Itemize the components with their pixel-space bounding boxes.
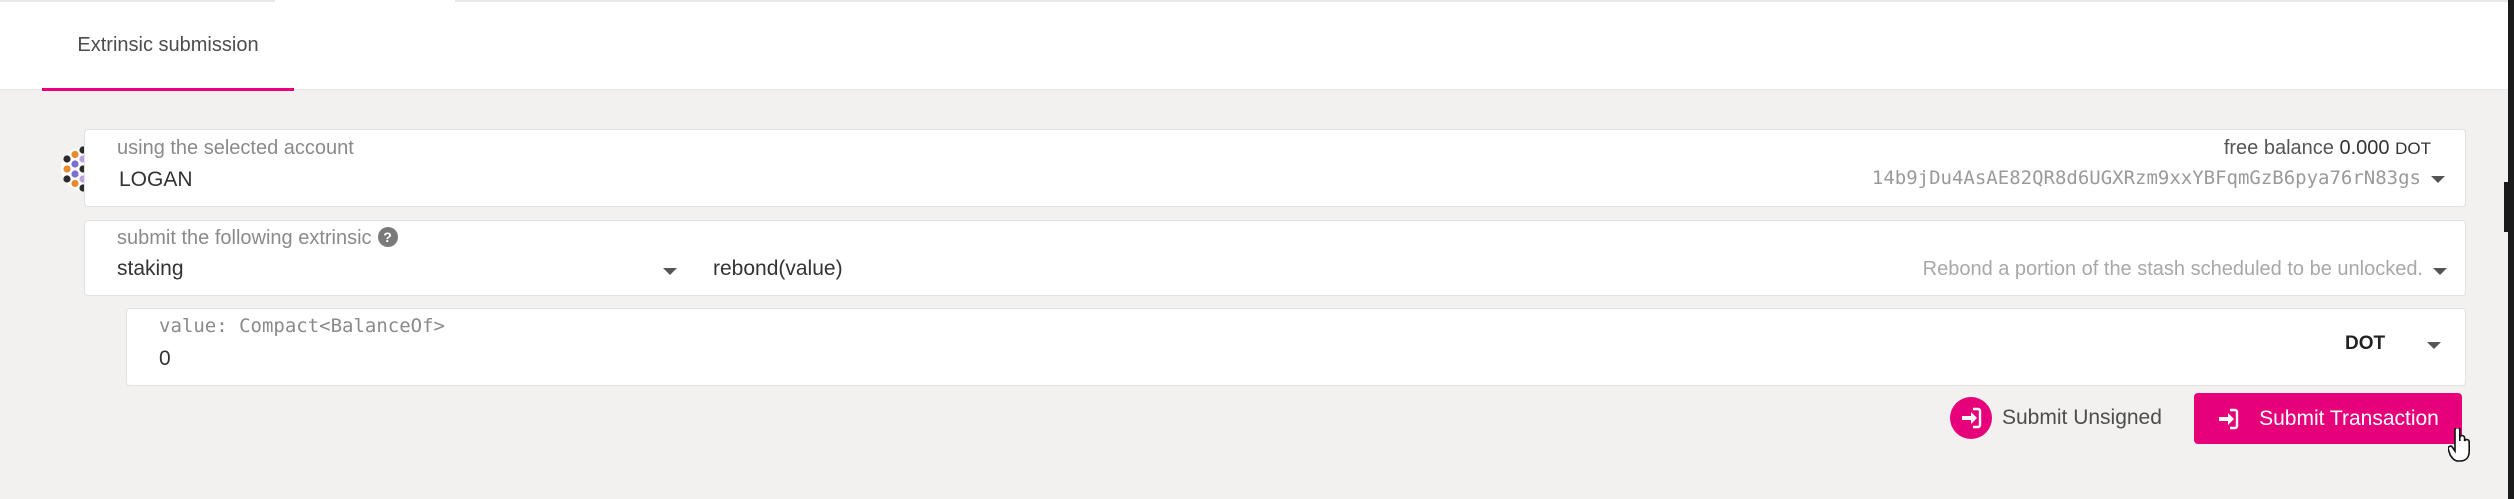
param-value: 0 bbox=[159, 347, 171, 370]
unit-value: DOT bbox=[2345, 333, 2386, 354]
hand-cursor-icon bbox=[2448, 428, 2471, 462]
tab-extrinsic-submission[interactable]: Extrinsic submission bbox=[42, 0, 294, 91]
submit-transaction-label: Submit Transaction bbox=[2259, 406, 2439, 430]
submit-unsigned-label: Submit Unsigned bbox=[2002, 406, 2162, 429]
method-dropdown[interactable]: rebond(value) Rebond a portion of the st… bbox=[677, 221, 2467, 295]
tab-bar: Extrinsic submission bbox=[0, 0, 2514, 91]
account-label: using the selected account bbox=[117, 137, 354, 159]
module-value: staking bbox=[117, 257, 184, 280]
account-address: 14b9jDu4AsAE82QR8d6UGXRzm9xxYBFqmGzB6pya… bbox=[1871, 167, 2421, 189]
chevron-down-icon bbox=[663, 268, 677, 275]
scrollbar[interactable] bbox=[2504, 182, 2508, 232]
sign-in-icon bbox=[1950, 397, 1992, 439]
free-balance: free balance 0.000 DOT bbox=[2224, 137, 2431, 160]
tab-label: Extrinsic submission bbox=[77, 33, 259, 56]
window-edge bbox=[2508, 0, 2514, 499]
sign-in-icon bbox=[2219, 408, 2239, 429]
free-balance-label: free balance bbox=[2223, 137, 2334, 159]
active-tab-indicator bbox=[42, 88, 294, 91]
top-divider-gap bbox=[275, 0, 455, 2]
chevron-down-icon bbox=[2433, 268, 2447, 275]
account-selector[interactable]: using the selected account LOGAN free ba… bbox=[84, 129, 2466, 207]
free-balance-unit: DOT bbox=[2395, 139, 2431, 158]
method-value: rebond(value) bbox=[713, 257, 843, 280]
chevron-down-icon bbox=[2427, 342, 2441, 349]
free-balance-value: 0.000 bbox=[2339, 137, 2390, 159]
account-name: LOGAN bbox=[119, 168, 193, 191]
param-label: value: Compact<BalanceOf> bbox=[159, 315, 445, 337]
method-description: Rebond a portion of the stash scheduled … bbox=[1922, 258, 2423, 280]
param-input[interactable]: value: Compact<BalanceOf> 0 DOT bbox=[126, 308, 2466, 386]
unit-dropdown[interactable]: DOT bbox=[2331, 329, 2451, 363]
submit-unsigned-button[interactable]: Submit Unsigned bbox=[1950, 395, 2162, 441]
chevron-down-icon[interactable] bbox=[2431, 176, 2445, 183]
extrinsic-selector: submit the following extrinsic? staking … bbox=[84, 220, 2466, 296]
submit-transaction-button[interactable]: Submit Transaction bbox=[2194, 393, 2462, 444]
module-dropdown[interactable]: staking bbox=[85, 221, 677, 295]
